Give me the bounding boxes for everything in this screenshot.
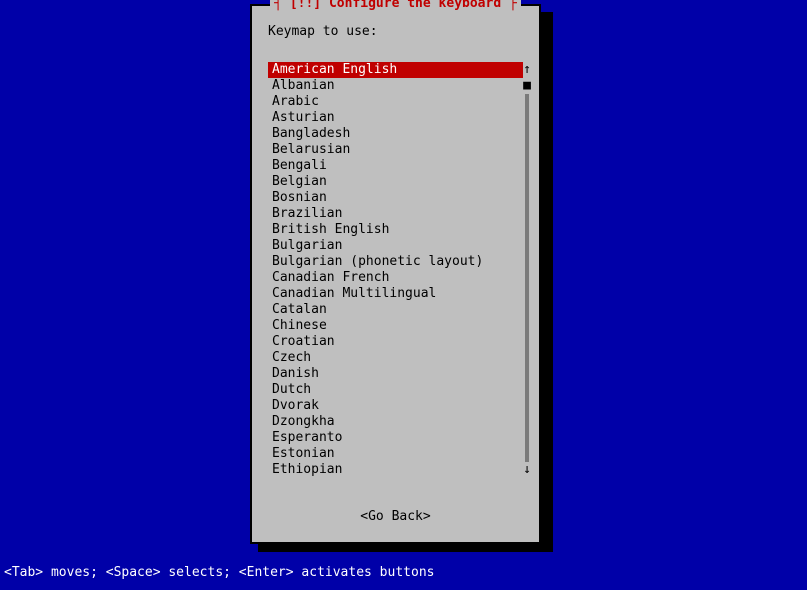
list-item[interactable]: Albanian (268, 78, 523, 94)
help-footer: <Tab> moves; <Space> selects; <Enter> ac… (4, 565, 434, 580)
list-item[interactable]: Chinese (268, 318, 523, 334)
list-item[interactable]: Asturian (268, 110, 523, 126)
keymap-prompt: Keymap to use: (268, 24, 378, 39)
dialog-title: ┤ [!!] Configure the keyboard ├ (270, 0, 521, 11)
list-item[interactable]: Brazilian (268, 206, 523, 222)
list-item[interactable]: Croatian (268, 334, 523, 350)
keymap-list[interactable]: American EnglishAlbanianArabicAsturianBa… (268, 62, 523, 478)
scroll-thumb-icon: ■ (522, 78, 532, 94)
list-item[interactable]: Estonian (268, 446, 523, 462)
scroll-indicator: ↑ ■ (522, 62, 532, 94)
go-back-button[interactable]: <Go Back> (252, 509, 539, 524)
scroll-up-icon: ↑ (522, 62, 532, 78)
list-item[interactable]: Belarusian (268, 142, 523, 158)
list-item[interactable]: Ethiopian (268, 462, 523, 478)
list-item[interactable]: Dvorak (268, 398, 523, 414)
list-item[interactable]: Catalan (268, 302, 523, 318)
list-item[interactable]: Canadian Multilingual (268, 286, 523, 302)
list-item[interactable]: Danish (268, 366, 523, 382)
list-item[interactable]: Bangladesh (268, 126, 523, 142)
configure-keyboard-dialog: ┤ [!!] Configure the keyboard ├ Keymap t… (250, 4, 541, 544)
dialog-title-row: ┤ [!!] Configure the keyboard ├ (252, 0, 539, 11)
list-item[interactable]: Bulgarian (268, 238, 523, 254)
list-item[interactable]: Czech (268, 350, 523, 366)
scroll-track[interactable] (525, 94, 529, 462)
scroll-down-indicator: ↓ (522, 462, 532, 478)
list-item[interactable]: Canadian French (268, 270, 523, 286)
list-item[interactable]: Bengali (268, 158, 523, 174)
list-item[interactable]: British English (268, 222, 523, 238)
list-item[interactable]: Arabic (268, 94, 523, 110)
list-item[interactable]: Dzongkha (268, 414, 523, 430)
list-item[interactable]: American English (268, 62, 523, 78)
list-item[interactable]: Bulgarian (phonetic layout) (268, 254, 523, 270)
list-item[interactable]: Dutch (268, 382, 523, 398)
list-item[interactable]: Bosnian (268, 190, 523, 206)
list-item[interactable]: Belgian (268, 174, 523, 190)
scroll-down-icon: ↓ (522, 462, 532, 478)
list-item[interactable]: Esperanto (268, 430, 523, 446)
